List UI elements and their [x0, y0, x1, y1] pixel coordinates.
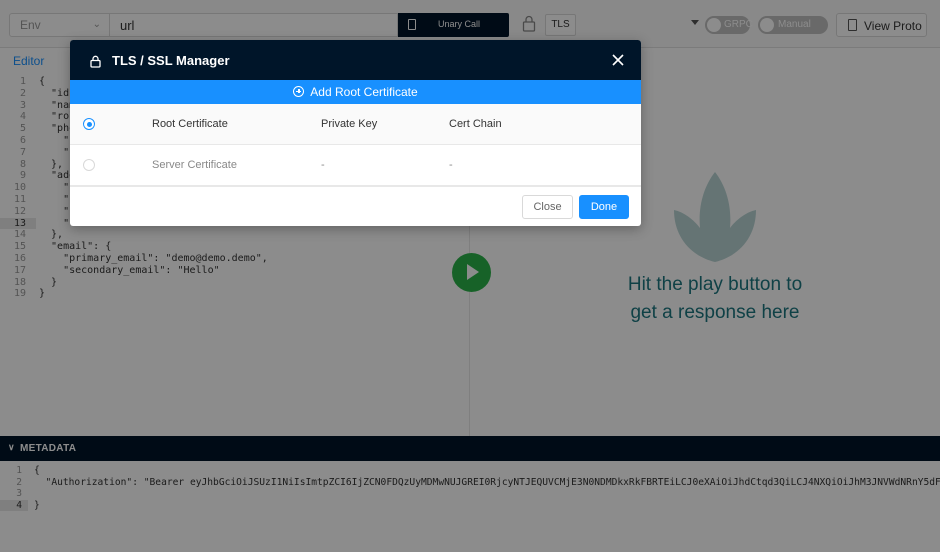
modal-footer: Close Done: [70, 186, 641, 226]
certificate-name: Server Certificate: [152, 159, 237, 171]
certificate-row[interactable]: Server Certificate - -: [70, 145, 641, 186]
certificate-name: Root Certificate: [152, 118, 228, 130]
lock-icon: [90, 55, 101, 68]
plus-circle-icon: [293, 86, 305, 97]
modal-title: TLS / SSL Manager: [112, 53, 230, 68]
private-key-cell: Private Key: [321, 118, 378, 130]
tls-manager-modal: TLS / SSL Manager Add Root Certificate R…: [70, 40, 641, 226]
add-root-certificate-button[interactable]: Add Root Certificate: [70, 80, 641, 104]
add-root-certificate-label: Add Root Certificate: [310, 85, 418, 99]
close-button[interactable]: Close: [522, 195, 573, 219]
cert-chain-cell: Cert Chain: [449, 118, 502, 130]
private-key-cell: -: [321, 159, 325, 171]
done-button[interactable]: Done: [579, 195, 629, 219]
radio-button[interactable]: [83, 118, 95, 130]
cert-chain-cell: -: [449, 159, 453, 171]
close-icon[interactable]: [611, 53, 625, 67]
radio-button[interactable]: [83, 159, 95, 171]
certificate-row[interactable]: Root Certificate Private Key Cert Chain: [70, 104, 641, 145]
modal-header: TLS / SSL Manager: [70, 40, 641, 80]
